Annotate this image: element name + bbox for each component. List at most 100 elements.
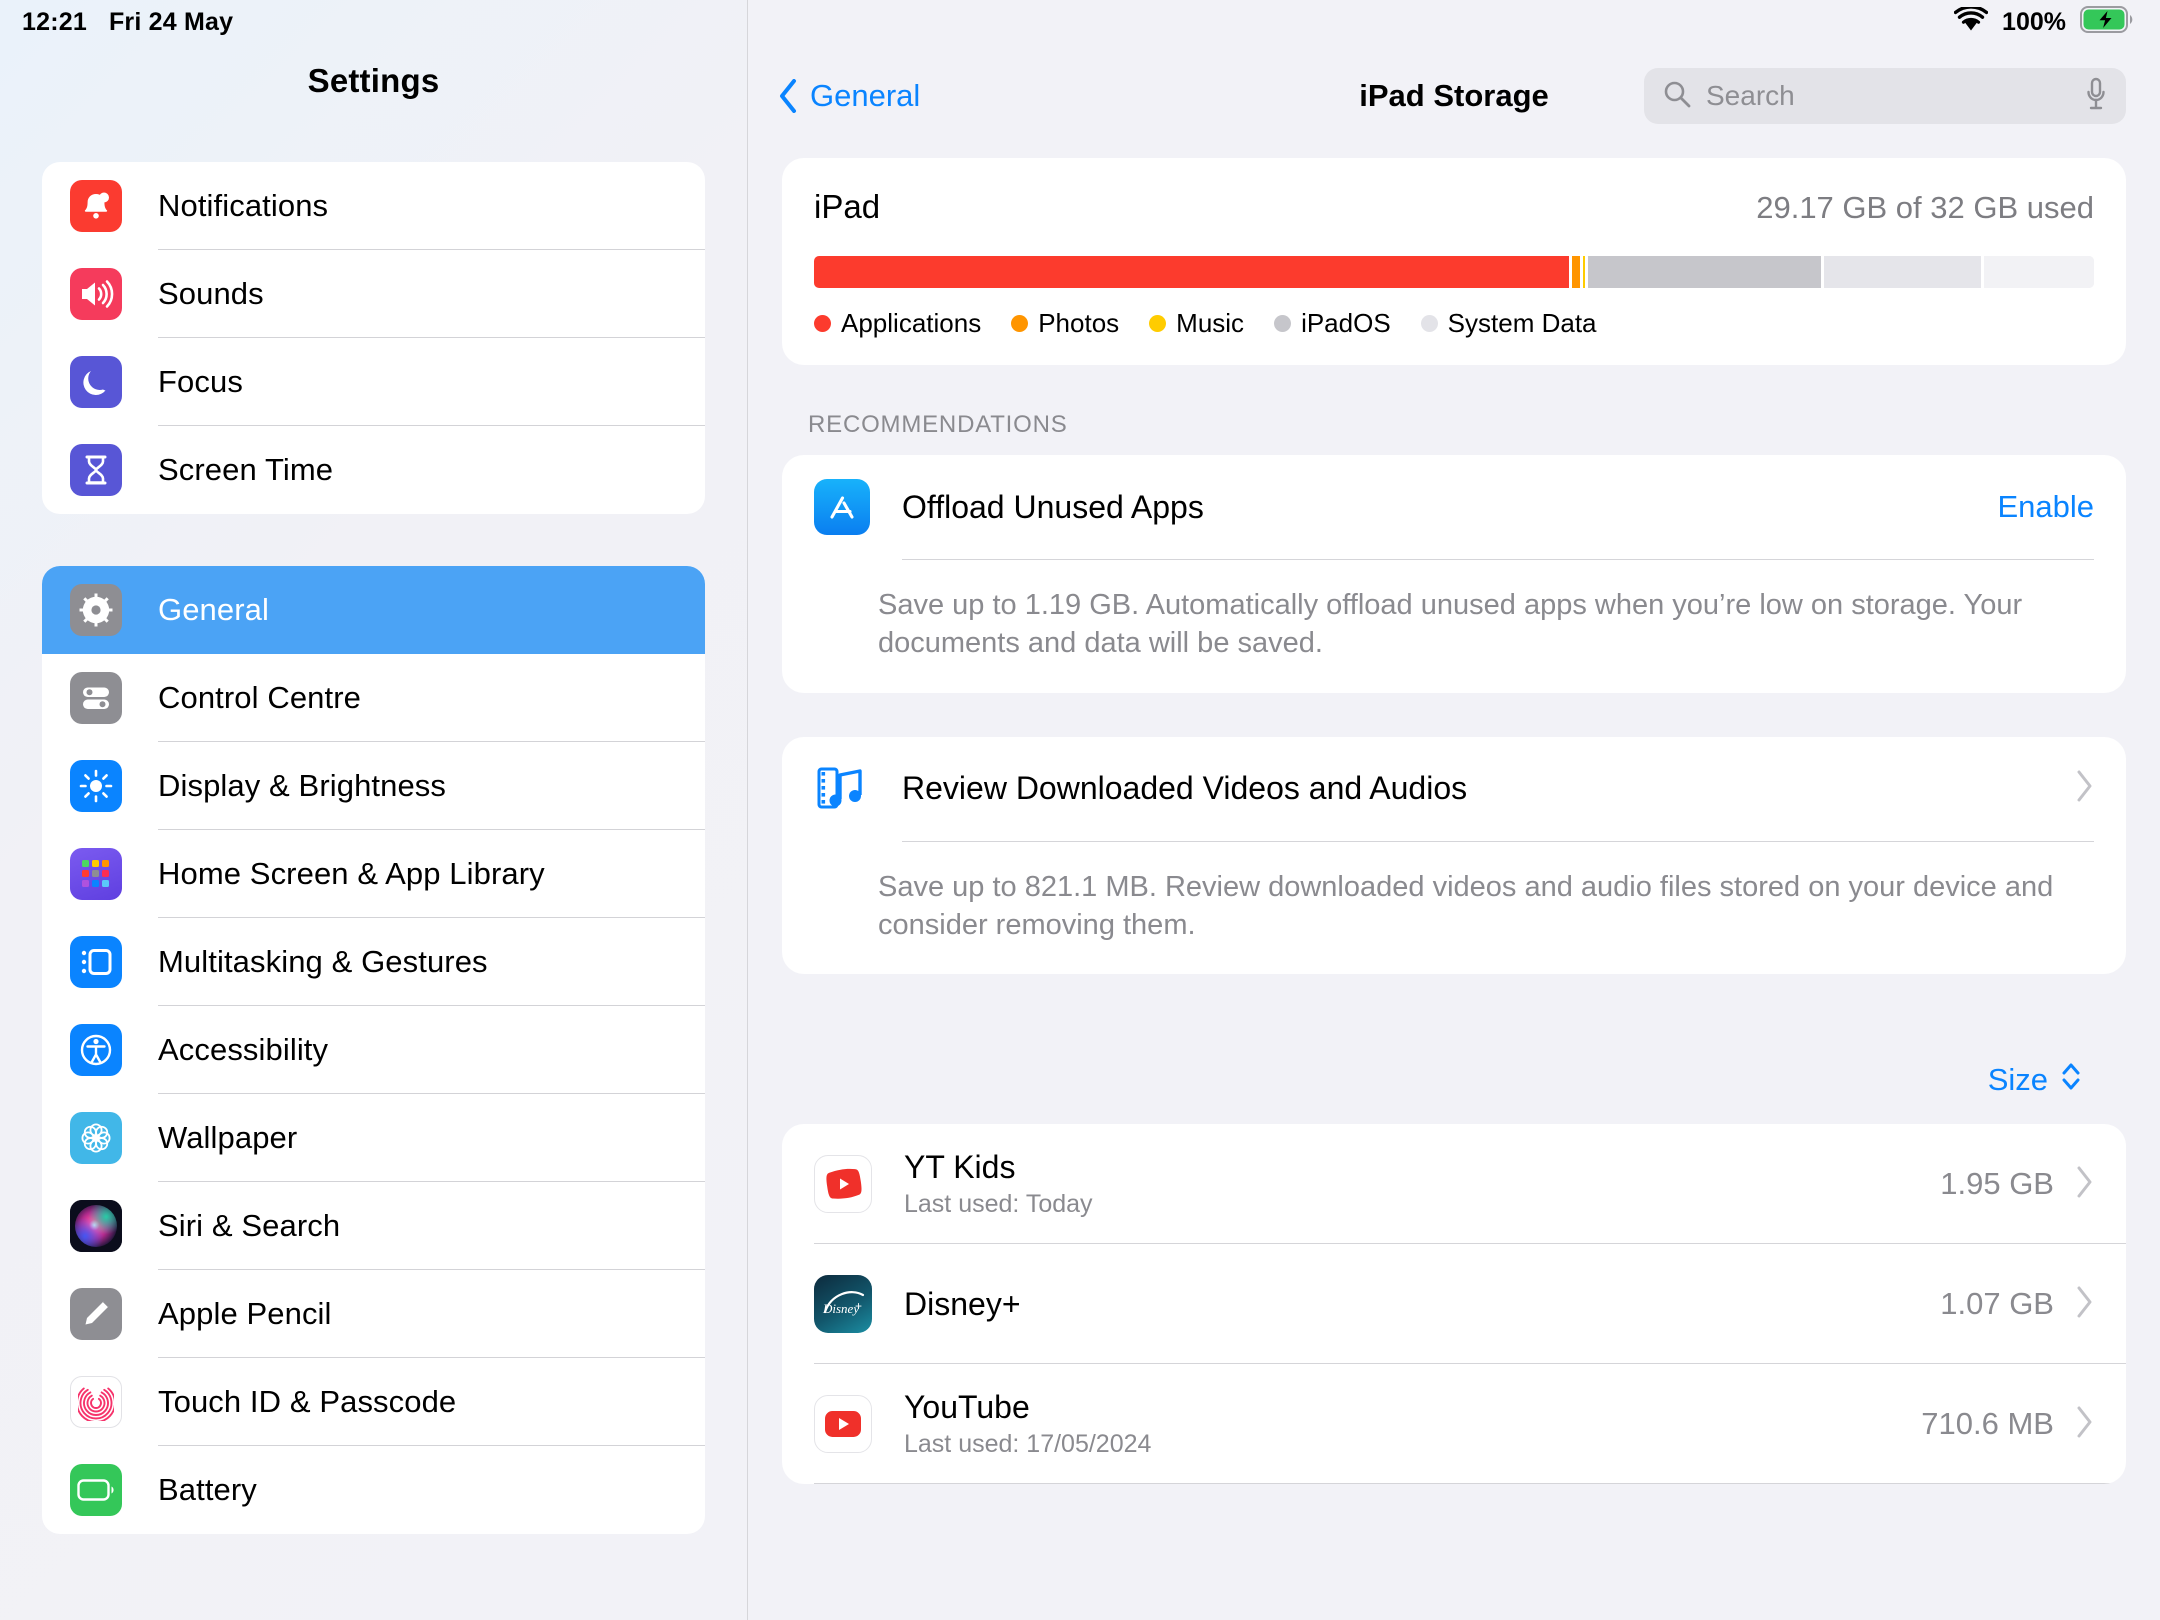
- microphone-icon[interactable]: [2084, 77, 2108, 116]
- storage-bar-chart: [814, 256, 2094, 288]
- sidebar-item-label: Accessibility: [158, 1032, 329, 1067]
- sidebar-item-label: Siri & Search: [158, 1208, 341, 1243]
- touch-id-icon: [70, 1376, 122, 1428]
- page-title: Settings: [307, 62, 440, 99]
- video-music-icon: [814, 760, 870, 817]
- recommendations-list: Offload Unused Apps Enable Save up to 1.…: [782, 455, 2126, 975]
- app-storage-row[interactable]: Disney + Disney+ 1.07 GB: [782, 1244, 2126, 1365]
- legend-dot: [1011, 315, 1029, 332]
- sidebar-item-display-brightness[interactable]: Display & Brightness: [42, 742, 705, 830]
- recommendation-header: Review Downloaded Videos and Audios: [814, 737, 2094, 841]
- screen-time-icon: [70, 444, 122, 496]
- back-button[interactable]: General: [778, 78, 920, 114]
- sidebar-item-label: Home Screen & App Library: [158, 856, 545, 891]
- siri-icon: [70, 1200, 122, 1252]
- search-input[interactable]: [1706, 80, 2084, 112]
- sidebar-item-label: Screen Time: [158, 452, 334, 487]
- battery-charging-icon: [2080, 6, 2134, 38]
- sidebar-group-2: General Control Centre Display & Brightnes…: [42, 566, 705, 1534]
- sidebar-item-wallpaper[interactable]: Wallpaper: [42, 1094, 705, 1182]
- sidebar-item-label: Notifications: [158, 188, 329, 223]
- app-name: Disney+: [904, 1285, 1021, 1322]
- app-text: Disney+: [904, 1286, 1940, 1323]
- wallpaper-icon: [70, 1112, 122, 1164]
- sort-by-size-button[interactable]: Size: [1988, 1060, 2082, 1100]
- sidebar-item-label: Touch ID & Passcode: [158, 1384, 457, 1419]
- yt-kids-icon: [814, 1155, 872, 1214]
- sidebar-item-multitasking-gestures[interactable]: Multitasking & Gestures: [42, 918, 705, 1006]
- app-name: YT Kids: [904, 1149, 1016, 1186]
- sidebar-item-label: Sounds: [158, 276, 264, 311]
- chevron-left-icon: [778, 79, 798, 113]
- sounds-icon: [70, 268, 122, 320]
- sidebar-item-label: Focus: [158, 364, 243, 399]
- brightness-icon: [70, 760, 122, 812]
- legend-label: Music: [1176, 308, 1245, 338]
- legend-label: Photos: [1038, 308, 1120, 338]
- status-bar-left: 12:21 Fri 24 May: [0, 0, 747, 44]
- wifi-icon: [1953, 4, 1989, 38]
- legend-dot: [1274, 315, 1292, 332]
- multitasking-icon: [70, 936, 122, 988]
- device-name: iPad: [814, 188, 881, 225]
- sidebar-item-accessibility[interactable]: Accessibility: [42, 1006, 705, 1094]
- sidebar-item-apple-pencil[interactable]: Apple Pencil: [42, 1270, 705, 1358]
- app-size: 1.95 GB: [1940, 1166, 2054, 1202]
- sidebar-item-sounds[interactable]: Sounds: [42, 250, 705, 338]
- sidebar-item-siri-search[interactable]: Siri & Search: [42, 1182, 705, 1270]
- sidebar-item-touch-id-passcode[interactable]: Touch ID & Passcode: [42, 1358, 705, 1446]
- sidebar-item-screen-time[interactable]: Screen Time: [42, 426, 705, 514]
- settings-sidebar: 12:21 Fri 24 May Settings Notifications S…: [0, 0, 748, 1620]
- app-size: 1.07 GB: [1940, 1286, 2054, 1322]
- app-storage-row[interactable]: YouTube Last used: 17/05/2024 710.6 MB: [782, 1364, 2126, 1485]
- back-button-label: General: [810, 78, 921, 113]
- sidebar-item-control-centre[interactable]: Control Centre: [42, 654, 705, 742]
- app-store-icon: [814, 479, 870, 535]
- sidebar-item-label: Control Centre: [158, 680, 361, 715]
- legend-label: System Data: [1447, 308, 1597, 338]
- navigation-bar: General iPad Storage: [748, 44, 2160, 148]
- storage-segment-free: [1980, 256, 2094, 288]
- search-field[interactable]: [1644, 68, 2126, 124]
- battery-percentage: 100%: [2002, 7, 2066, 36]
- recommendation-card[interactable]: Offload Unused Apps Enable Save up to 1.…: [782, 455, 2126, 693]
- legend-item: System Data: [1420, 308, 1597, 339]
- battery-icon: [70, 1464, 122, 1516]
- sidebar-group-1: Notifications Sounds Focus Screen Time: [42, 162, 705, 514]
- sidebar-scroll-area[interactable]: Notifications Sounds Focus Screen Time Gene…: [0, 148, 747, 1620]
- app-last-used: Last used: 17/05/2024: [904, 1430, 1152, 1459]
- status-bar-time: 12:21: [22, 7, 87, 36]
- storage-segment-system-data: [1821, 256, 1981, 288]
- app-storage-list: YT Kids Last used: Today 1.95 GB Disney +…: [782, 1124, 2126, 1485]
- storage-content: iPad 29.17 GB of 32 GB used Applications…: [748, 148, 2160, 1620]
- focus-icon: [70, 356, 122, 408]
- app-last-used: Last used: Today: [904, 1190, 1093, 1219]
- recommendation-description: Save up to 1.19 GB. Automatically offloa…: [878, 589, 2023, 660]
- chevron-up-down-icon: [2060, 1060, 2082, 1100]
- youtube-icon: [814, 1395, 872, 1454]
- sidebar-item-focus[interactable]: Focus: [42, 338, 705, 426]
- sidebar-item-notifications[interactable]: Notifications: [42, 162, 705, 250]
- chevron-right-icon: [2076, 1406, 2094, 1443]
- status-bar-date: Fri 24 May: [108, 7, 234, 36]
- recommendation-title: Offload Unused Apps: [902, 488, 1204, 525]
- control-centre-icon: [70, 672, 122, 724]
- recommendation-card[interactable]: Review Downloaded Videos and Audios Save…: [782, 736, 2126, 975]
- sidebar-item-general[interactable]: General: [42, 566, 705, 654]
- gear-icon: [70, 584, 122, 636]
- enable-button[interactable]: Enable: [1997, 489, 2094, 525]
- disney-plus-icon: Disney +: [814, 1275, 872, 1334]
- legend-dot: [1149, 315, 1167, 332]
- sidebar-item-home-screen-app-library[interactable]: Home Screen & App Library: [42, 830, 705, 918]
- recommendation-title: Review Downloaded Videos and Audios: [902, 770, 1468, 807]
- sidebar-item-label: Battery: [158, 1472, 257, 1507]
- chevron-right-icon: [2076, 1166, 2094, 1203]
- app-text: YT Kids Last used: Today: [904, 1149, 1940, 1219]
- sidebar-item-battery[interactable]: Battery: [42, 1446, 705, 1534]
- storage-segment-ipados: [1585, 256, 1822, 288]
- app-storage-row[interactable]: YT Kids Last used: Today 1.95 GB: [782, 1124, 2126, 1245]
- notifications-icon: [70, 180, 122, 232]
- sort-row: Size: [782, 1018, 2126, 1124]
- svg-text:+: +: [855, 1299, 862, 1313]
- storage-usage-text: 29.17 GB of 32 GB used: [1756, 190, 2094, 225]
